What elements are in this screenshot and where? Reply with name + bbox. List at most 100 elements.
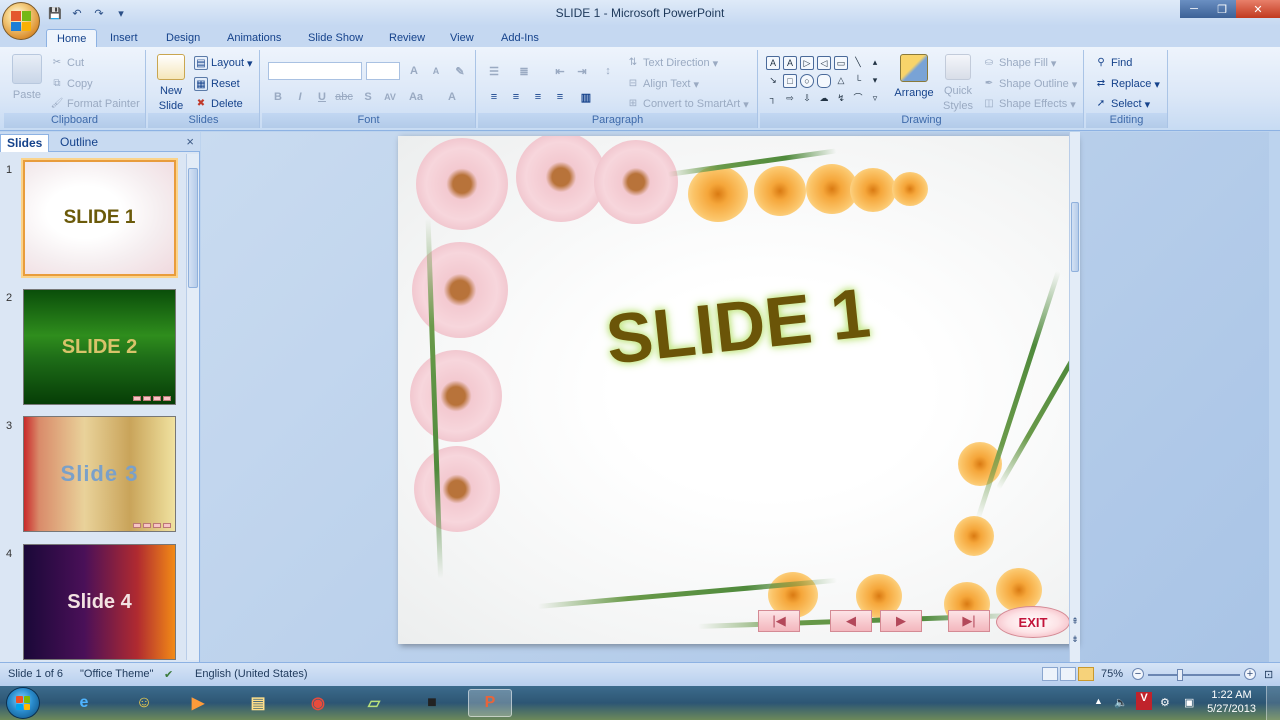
select-button[interactable]: ➚ Select ▾: [1094, 97, 1150, 111]
last-slide-button[interactable]: ▶|: [948, 610, 990, 632]
next-slide-arrow-icon[interactable]: ⇟: [1070, 634, 1080, 645]
layout-button[interactable]: ▤ Layout ▾: [194, 56, 253, 70]
oval-shape-icon[interactable]: ○: [800, 74, 814, 88]
italic-button[interactable]: I: [290, 88, 310, 106]
cut-button[interactable]: ✂ Cut: [50, 56, 84, 70]
tab-slide-show[interactable]: Slide Show: [298, 29, 373, 48]
shapes-gallery[interactable]: A A ▷ ◁ ▭ ╲ ▴ ↘ □ ○ △ └ ▾ ┐ ⇨ ⇩ ☁ ↯ ⌒ ▿: [766, 56, 884, 106]
office-button[interactable]: [2, 2, 40, 40]
vertical-textbox-shape-icon[interactable]: A: [783, 56, 797, 70]
find-button[interactable]: ⚲ Find: [1094, 56, 1132, 70]
change-case-button[interactable]: Aa: [406, 88, 426, 106]
down-arrow-shape-icon[interactable]: ⇩: [800, 92, 814, 106]
security-icon[interactable]: ⚙: [1160, 696, 1170, 709]
tray-expand-icon[interactable]: ▲: [1094, 696, 1103, 706]
tab-add-ins[interactable]: Add-Ins: [491, 29, 549, 48]
shape-outline-button[interactable]: ✒ Shape Outline ▾: [982, 77, 1077, 91]
maximize-button[interactable]: ❐: [1208, 0, 1236, 18]
triangle-up-shape-icon[interactable]: △: [834, 74, 848, 88]
tab-slides[interactable]: Slides: [0, 134, 50, 152]
media-player-icon[interactable]: ▶: [176, 689, 220, 717]
shape-fill-button[interactable]: ⛀ Shape Fill ▾: [982, 56, 1057, 70]
file-explorer-icon[interactable]: ▤: [236, 689, 280, 717]
scroll-down-icon[interactable]: ▾: [868, 74, 882, 88]
next-slide-button[interactable]: ▶: [880, 610, 922, 632]
tab-view[interactable]: View: [440, 29, 484, 48]
text-direction-button[interactable]: ⇅ Text Direction ▾: [626, 56, 718, 70]
align-left-icon[interactable]: ≡: [484, 88, 504, 106]
scrollbar-thumb[interactable]: [1071, 202, 1079, 272]
shadow-button[interactable]: S: [358, 88, 378, 106]
slides-panel-scrollbar[interactable]: [186, 154, 199, 660]
normal-view-icon[interactable]: [1042, 667, 1058, 681]
previous-slide-arrow-icon[interactable]: ⇞: [1070, 616, 1080, 627]
more-shapes-icon[interactable]: ▿: [868, 92, 882, 106]
messenger-icon[interactable]: ☺: [122, 689, 166, 717]
start-button[interactable]: [6, 687, 40, 719]
rect-callout-shape-icon[interactable]: ▭: [834, 56, 848, 70]
show-desktop-button[interactable]: [1266, 686, 1280, 720]
new-slide-button[interactable]: New Slide: [154, 54, 188, 112]
cloud-shape-icon[interactable]: ☁: [817, 92, 831, 106]
slide-thumbnail-1[interactable]: SLIDE 1: [23, 160, 176, 276]
close-button[interactable]: ✕: [1236, 0, 1280, 18]
zoom-in-button[interactable]: +: [1244, 668, 1256, 680]
slide-title[interactable]: SLIDE 1: [585, 271, 892, 382]
scroll-up-icon[interactable]: ▴: [868, 56, 882, 70]
reset-button[interactable]: ▦ Reset: [194, 77, 240, 91]
pentagon-shape-icon[interactable]: ◁: [817, 56, 831, 70]
notes-app-icon[interactable]: ▱: [352, 689, 396, 717]
textbox-shape-icon[interactable]: A: [766, 56, 780, 70]
close-panel-icon[interactable]: ×: [186, 134, 194, 149]
system-clock[interactable]: 1:22 AM 5/27/2013: [1207, 688, 1256, 716]
network-icon[interactable]: ▣: [1184, 696, 1194, 709]
decrease-indent-icon[interactable]: ⇤: [550, 62, 570, 80]
rectangle-shape-icon[interactable]: □: [783, 74, 797, 88]
font-size-box[interactable]: [366, 62, 400, 80]
scrollbar-thumb[interactable]: [188, 168, 198, 288]
tab-design[interactable]: Design: [156, 29, 210, 48]
internet-explorer-icon[interactable]: e: [62, 689, 106, 717]
triangle-shape-icon[interactable]: ▷: [800, 56, 814, 70]
antivirus-icon[interactable]: V: [1136, 692, 1152, 710]
align-center-icon[interactable]: ≡: [506, 88, 526, 106]
slide-thumbnail-3[interactable]: Slide 3: [23, 416, 176, 532]
increase-indent-icon[interactable]: ⇥: [572, 62, 592, 80]
line-spacing-icon[interactable]: ↕: [598, 62, 618, 80]
tab-home[interactable]: Home: [46, 29, 98, 48]
zoom-slider-track[interactable]: [1148, 674, 1240, 676]
chrome-icon[interactable]: ◉: [296, 689, 340, 717]
shape-effects-button[interactable]: ◫ Shape Effects ▾: [982, 97, 1076, 111]
rounded-rect-shape-icon[interactable]: [817, 74, 831, 88]
underline-button[interactable]: U: [312, 88, 332, 106]
connector-shape-icon[interactable]: ┐: [766, 92, 780, 106]
minimize-button[interactable]: ─: [1180, 0, 1208, 18]
align-text-button[interactable]: ⊟ Align Text ▾: [626, 77, 699, 91]
slide-thumbnail-4[interactable]: Slide 4: [23, 544, 176, 660]
tab-insert[interactable]: Insert: [100, 29, 148, 48]
lightning-shape-icon[interactable]: ↯: [834, 92, 848, 106]
convert-smartart-button[interactable]: ⊞ Convert to SmartArt ▾: [626, 97, 749, 111]
spellcheck-icon[interactable]: ✔: [164, 668, 173, 681]
arrow-line-shape-icon[interactable]: ↘: [766, 74, 780, 88]
delete-button[interactable]: ✖ Delete: [194, 97, 243, 111]
font-color-button[interactable]: A: [442, 88, 462, 106]
format-painter-button[interactable]: 🖌 Format Painter: [50, 97, 140, 111]
previous-slide-button[interactable]: ◀: [830, 610, 872, 632]
right-arrow-shape-icon[interactable]: ⇨: [783, 92, 797, 106]
powerpoint-taskbar-icon[interactable]: P: [468, 689, 512, 717]
columns-icon[interactable]: ▥: [576, 88, 596, 106]
line-shape-icon[interactable]: ╲: [851, 56, 865, 70]
slide-canvas[interactable]: SLIDE 1 |◀ ◀ ▶ ▶| EXIT: [398, 136, 1076, 644]
paste-button[interactable]: Paste: [10, 54, 44, 101]
volume-icon[interactable]: 🔈: [1114, 696, 1128, 709]
language-status[interactable]: English (United States): [195, 668, 308, 680]
tab-animations[interactable]: Animations: [217, 29, 291, 48]
slide-area-scrollbar[interactable]: ⇞ ⇟: [1069, 132, 1080, 662]
copy-button[interactable]: ⧉ Copy: [50, 77, 92, 91]
grow-font-button[interactable]: A: [404, 62, 424, 80]
numbering-icon[interactable]: ≣: [514, 62, 534, 80]
clear-format-icon[interactable]: ✎: [450, 62, 470, 80]
curve-shape-icon[interactable]: ⌒: [851, 92, 865, 106]
strikethrough-button[interactable]: abc: [334, 88, 354, 106]
